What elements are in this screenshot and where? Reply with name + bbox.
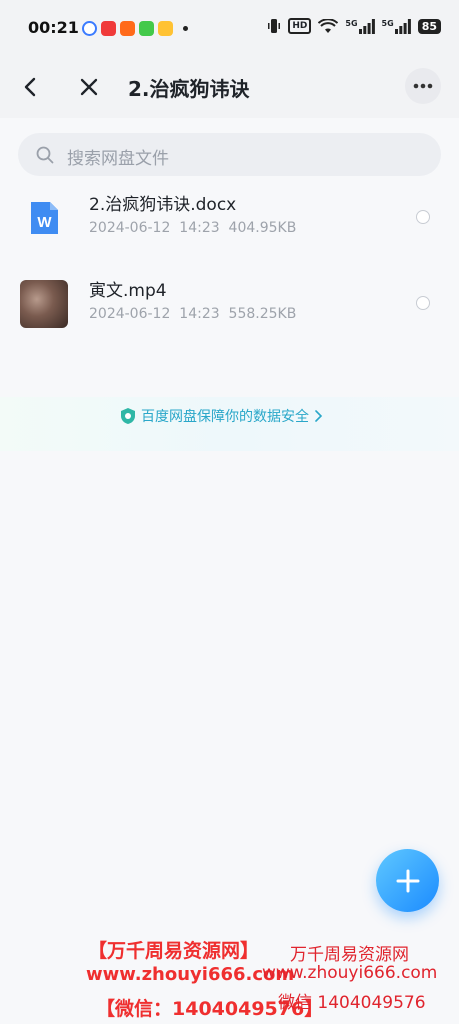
close-button[interactable] <box>76 74 102 100</box>
file-name: 2.治疯狗讳诀.docx <box>89 195 237 215</box>
shield-icon <box>121 408 135 424</box>
select-radio[interactable] <box>416 210 430 224</box>
more-button[interactable] <box>405 68 441 104</box>
add-button[interactable] <box>376 849 439 912</box>
search-placeholder: 搜索网盘文件 <box>67 149 169 169</box>
status-time: 00:21 <box>28 18 79 37</box>
more-dots-icon <box>413 83 433 89</box>
watermark-text: 微信 1404049576 <box>278 993 426 1013</box>
watermark-text: 【万千周易资源网】 <box>88 940 260 962</box>
signal-5g-label-2: 5G <box>381 18 394 28</box>
search-icon <box>36 146 54 164</box>
file-size: 558.25KB <box>228 306 297 322</box>
vibrate-icon <box>268 19 281 33</box>
file-size: 404.95KB <box>228 220 297 236</box>
signal-5g-label-1: 5G <box>345 18 358 28</box>
banner-text: 百度网盘保障你的数据安全 <box>141 409 309 425</box>
file-row[interactable]: W 2.治疯狗讳诀.docx 2024-06-12 14:23 404.95KB <box>0 178 459 258</box>
close-icon <box>80 78 98 96</box>
chevron-right-icon <box>315 410 323 422</box>
app-icon-4 <box>139 21 154 36</box>
file-name: 寅文.mp4 <box>89 281 167 301</box>
signal-5g-2: 5G <box>381 18 411 34</box>
video-thumbnail <box>20 280 68 328</box>
signal-bars-icon <box>394 18 411 34</box>
signal-5g-1: 5G <box>345 18 375 34</box>
security-banner[interactable]: 百度网盘保障你的数据安全 <box>0 397 459 451</box>
file-date: 2024-06-12 <box>89 306 171 322</box>
nav-bar: 2.治疯狗讳诀 <box>0 56 459 118</box>
watermark-text: www.zhouyi666.com <box>262 963 438 983</box>
file-meta: 2024-06-12 14:23 404.95KB <box>89 220 296 236</box>
select-radio[interactable] <box>416 296 430 310</box>
app-icon-1 <box>82 21 97 36</box>
status-bar: 00:21 HD 5G 5G 85 <box>0 0 459 56</box>
back-button[interactable] <box>18 74 44 100</box>
file-meta: 2024-06-12 14:23 558.25KB <box>89 306 296 322</box>
file-time: 14:23 <box>179 220 220 236</box>
hd-icon: HD <box>288 18 312 34</box>
status-indicators: HD 5G 5G 85 <box>267 18 441 34</box>
signal-bars-icon <box>358 18 375 34</box>
app-icon-2 <box>101 21 116 36</box>
app-icon-5 <box>158 21 173 36</box>
chevron-left-icon <box>24 77 36 97</box>
battery-level: 85 <box>417 18 441 34</box>
plus-icon <box>396 869 419 892</box>
app-icon-3 <box>120 21 135 36</box>
wifi-icon <box>318 18 339 33</box>
page-title: 2.治疯狗讳诀 <box>128 77 250 101</box>
file-row[interactable]: 寅文.mp4 2024-06-12 14:23 558.25KB <box>0 264 459 344</box>
search-input[interactable]: 搜索网盘文件 <box>18 133 441 176</box>
watermark-text: 万千周易资源网 <box>290 945 409 965</box>
word-doc-icon: W <box>20 194 68 242</box>
svg-text:W: W <box>37 214 52 231</box>
file-date: 2024-06-12 <box>89 220 171 236</box>
file-time: 14:23 <box>179 306 220 322</box>
status-app-icons <box>82 21 188 36</box>
more-notifications-dot <box>183 26 188 31</box>
